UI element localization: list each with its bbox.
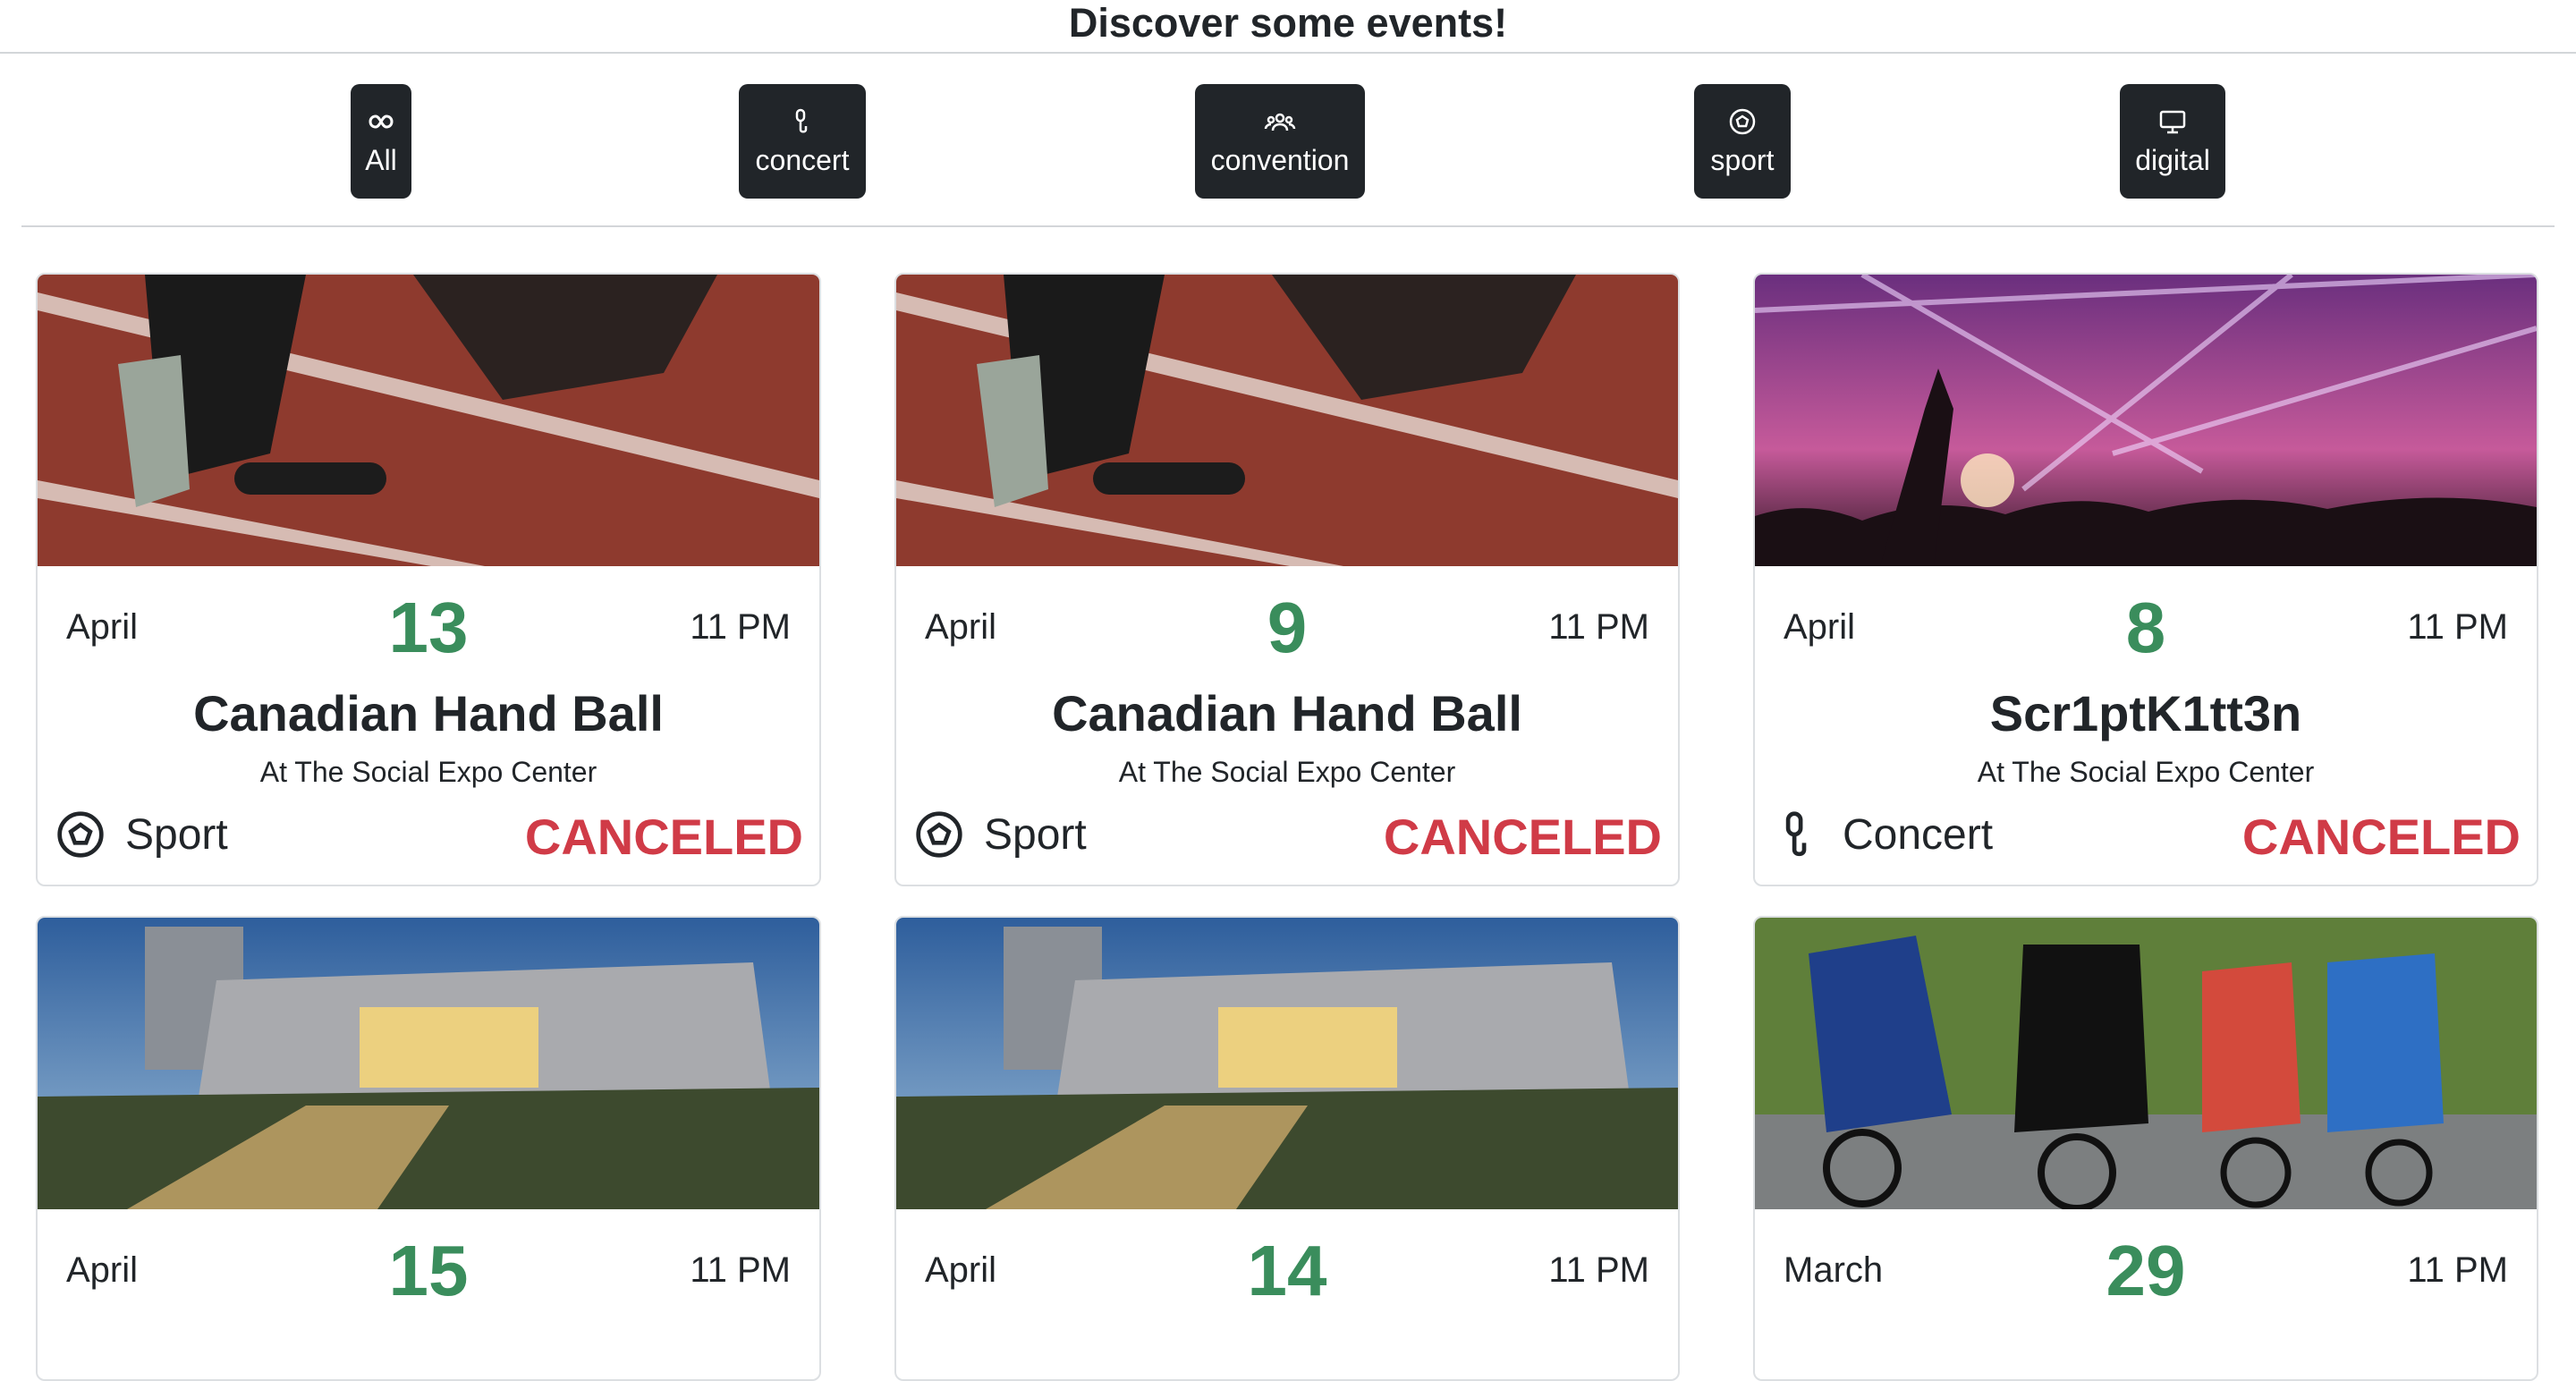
microphone-icon [795,108,808,133]
event-time: 11 PM [690,1250,791,1290]
event-card[interactable]: April 14 11 PM [894,916,1680,1381]
people-icon [1264,113,1296,131]
event-image-running-track [38,275,819,566]
category-filter-bar: All concert convention sport digital [0,54,2576,229]
filter-all-button[interactable]: All [351,84,411,199]
status-badge: CANCELED [524,809,803,865]
event-card[interactable]: April 8 11 PM Scr1ptK1tt3n At The Social… [1753,273,2538,886]
filter-digital-label: digital [2135,144,2210,176]
event-image-concert-crowd [1755,275,2537,566]
event-card[interactable]: April 15 11 PM [36,916,821,1381]
event-card[interactable]: April 13 11 PM Canadian Hand Ball At The… [36,273,821,886]
event-card[interactable]: March 29 11 PM [1753,916,2538,1381]
microphone-icon [1785,811,1807,857]
event-time: 11 PM [2407,607,2508,647]
soccer-ball-icon [1729,108,1756,135]
event-category-label: Sport [125,810,228,859]
event-time: 11 PM [1548,1250,1649,1290]
filter-convention-button[interactable]: convention [1195,84,1365,199]
event-image-arena-building [38,918,819,1209]
filter-concert-label: concert [755,144,850,176]
event-category: Sport [55,808,228,861]
event-image-arena-building [896,918,1678,1209]
filter-divider [21,225,2555,227]
page-title: Discover some events! [0,0,2576,54]
status-badge: CANCELED [2241,809,2521,865]
event-name: Scr1ptK1tt3n [1989,685,2302,741]
event-name: Canadian Hand Ball [193,685,664,741]
event-category-label: Concert [1843,810,1994,859]
event-time: 11 PM [690,607,791,647]
status-badge: CANCELED [1383,809,1662,865]
filter-sport-label: sport [1710,144,1775,176]
event-venue: At The Social Expo Center [1977,756,2315,788]
soccer-ball-icon [916,811,962,858]
soccer-ball-icon [57,811,104,858]
event-category: Concert [1773,808,1993,861]
event-image-running-track [896,275,1678,566]
filter-sport-button[interactable]: sport [1694,84,1791,199]
event-venue: At The Social Expo Center [259,756,597,788]
event-image-cycling-race [1755,918,2537,1209]
event-category: Sport [914,808,1087,861]
event-name: Canadian Hand Ball [1052,685,1522,741]
event-time: 11 PM [2407,1250,2508,1290]
event-time: 11 PM [1548,607,1649,647]
filter-concert-button[interactable]: concert [739,84,866,199]
monitor-icon [2159,110,2186,134]
filter-all-label: All [365,144,397,176]
event-category-label: Sport [984,810,1087,859]
filter-digital-button[interactable]: digital [2120,84,2225,199]
event-venue: At The Social Expo Center [1118,756,1456,788]
infinity-icon [369,114,394,129]
filter-convention-label: convention [1210,144,1350,176]
event-card[interactable]: April 9 11 PM Canadian Hand Ball At The … [894,273,1680,886]
